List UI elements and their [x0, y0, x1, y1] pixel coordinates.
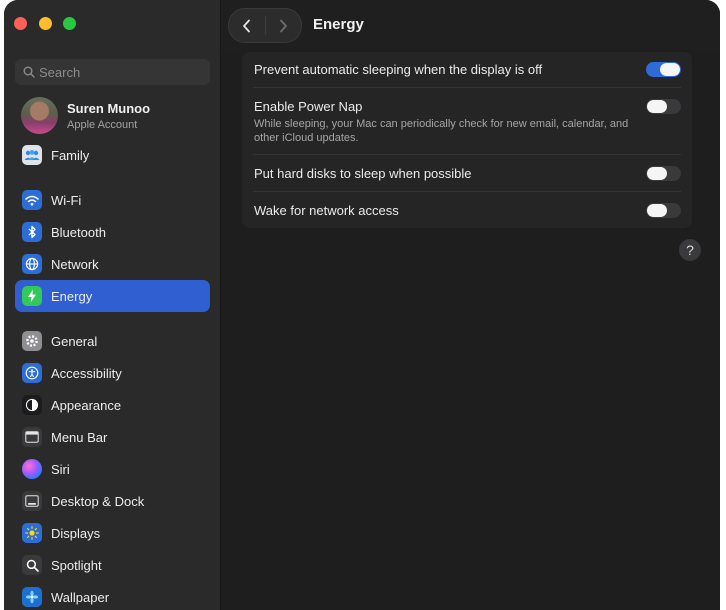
sidebar-item-label: Bluetooth	[51, 224, 106, 240]
setting-row: Put hard disks to sleep when possible	[242, 155, 692, 191]
search-icon	[23, 66, 35, 78]
sidebar: Search Suren Munoo Apple Account Family	[4, 0, 221, 610]
page-title: Energy	[313, 16, 364, 33]
sidebar-item-siri[interactable]: Siri	[15, 453, 210, 485]
sidebar-item-desktop-dock[interactable]: Desktop & Dock	[15, 485, 210, 517]
power-nap-toggle[interactable]	[646, 99, 681, 114]
setting-row: Enable Power Nap While sleeping, your Ma…	[242, 88, 692, 154]
sidebar-item-wifi[interactable]: Wi-Fi	[15, 184, 210, 216]
wifi-icon	[22, 190, 42, 210]
sidebar-item-label: Wi-Fi	[51, 192, 82, 208]
zoom-window-button[interactable]	[63, 17, 76, 30]
setting-title: Prevent automatic sleeping when the disp…	[254, 62, 543, 77]
sidebar-item-bluetooth[interactable]: Bluetooth	[15, 216, 210, 248]
wallpaper-icon	[22, 587, 42, 607]
sidebar-item-label: Family	[51, 147, 90, 163]
close-window-button[interactable]	[14, 17, 27, 30]
chevron-right-icon	[279, 19, 287, 32]
hard-disk-sleep-toggle[interactable]	[646, 166, 681, 181]
sidebar-item-label: General	[51, 333, 98, 349]
accessibility-icon	[22, 363, 42, 383]
account-subtitle: Apple Account	[67, 118, 138, 131]
setting-title: Put hard disks to sleep when possible	[254, 166, 472, 181]
prevent-sleep-toggle[interactable]	[646, 62, 681, 77]
setting-title: Wake for network access	[254, 203, 399, 218]
minimize-window-button[interactable]	[39, 17, 52, 30]
wake-network-toggle[interactable]	[646, 203, 681, 218]
sidebar-item-appearance[interactable]: Appearance	[15, 389, 210, 421]
sidebar-item-general[interactable]: General	[15, 325, 210, 357]
bluetooth-icon	[22, 222, 42, 242]
avatar	[21, 97, 58, 134]
desktop-dock-icon	[22, 491, 42, 511]
back-button[interactable]	[229, 9, 265, 42]
sidebar-item-wallpaper[interactable]: Wallpaper	[15, 581, 210, 610]
setting-row: Prevent automatic sleeping when the disp…	[242, 52, 692, 86]
setting-title: Enable Power Nap	[254, 99, 363, 114]
sidebar-item-label: Spotlight	[51, 557, 102, 573]
menu-bar-icon	[22, 427, 42, 447]
sidebar-item-label: Network	[51, 256, 99, 272]
sidebar-item-network[interactable]: Network	[15, 248, 210, 280]
account-name: Suren Munoo	[67, 100, 151, 116]
displays-icon	[22, 523, 42, 543]
family-icon	[22, 145, 42, 165]
chevron-left-icon	[243, 19, 251, 32]
sidebar-item-displays[interactable]: Displays	[15, 517, 210, 549]
setting-description: While sleeping, your Mac can periodicall…	[254, 118, 629, 144]
globe-icon	[22, 254, 42, 274]
energy-settings-group: Prevent automatic sleeping when the disp…	[242, 52, 692, 228]
appearance-icon	[22, 395, 42, 415]
search-input[interactable]: Search	[15, 59, 210, 85]
spotlight-icon	[22, 555, 42, 575]
lightning-icon	[22, 286, 42, 306]
navigation-buttons	[228, 8, 302, 43]
sidebar-item-label: Energy	[51, 288, 93, 304]
apple-account[interactable]: Suren Munoo Apple Account	[21, 97, 150, 134]
sidebar-item-label: Siri	[51, 461, 70, 477]
sidebar-item-accessibility[interactable]: Accessibility	[15, 357, 210, 389]
help-button[interactable]: ?	[679, 239, 701, 261]
sidebar-item-label: Accessibility	[51, 365, 122, 381]
sidebar-item-label: Desktop & Dock	[51, 493, 145, 509]
sidebar-item-label: Displays	[51, 525, 101, 541]
sidebar-item-label: Wallpaper	[51, 589, 110, 605]
content-pane: Energy Prevent automatic sleeping when t…	[221, 0, 720, 610]
toolbar: Energy	[221, 0, 720, 50]
sidebar-item-family[interactable]: Family	[15, 139, 210, 171]
sidebar-item-menu-bar[interactable]: Menu Bar	[15, 421, 210, 453]
gear-icon	[22, 331, 42, 351]
forward-button[interactable]	[266, 9, 302, 42]
sidebar-item-label: Appearance	[51, 397, 122, 413]
system-settings-window: Search Suren Munoo Apple Account Family	[4, 0, 720, 610]
siri-icon	[22, 459, 42, 479]
sidebar-item-energy[interactable]: Energy	[15, 280, 210, 312]
setting-row: Wake for network access	[242, 192, 692, 228]
sidebar-item-label: Menu Bar	[51, 429, 108, 445]
sidebar-item-spotlight[interactable]: Spotlight	[15, 549, 210, 581]
search-placeholder: Search	[39, 64, 81, 80]
